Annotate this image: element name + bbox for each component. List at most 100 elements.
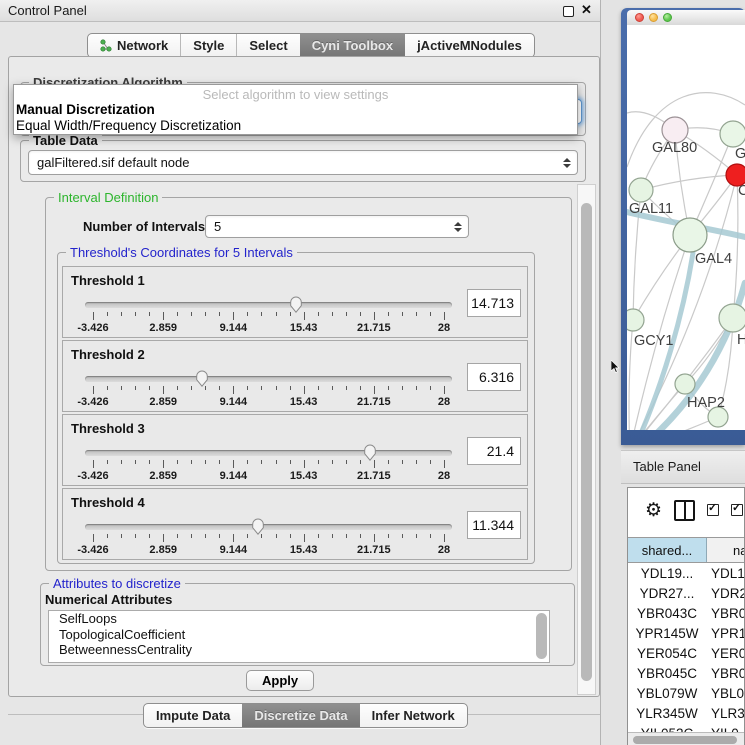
scrollbar-thumb[interactable] bbox=[581, 203, 592, 681]
tab-discretize-data[interactable]: Discretize Data bbox=[242, 704, 359, 727]
number-of-intervals-combo[interactable]: 5 bbox=[205, 215, 469, 238]
table-row[interactable]: YIL052CYIL0 bbox=[628, 723, 744, 732]
bottom-tab-bar: Impute Data Discretize Data Infer Network bbox=[143, 703, 468, 728]
tab-infer-network[interactable]: Infer Network bbox=[360, 704, 467, 727]
column-header-name[interactable]: name bbox=[707, 538, 744, 562]
table-header: shared... name bbox=[628, 537, 744, 563]
tab-jactivemnodules[interactable]: jActiveMNodules bbox=[405, 34, 534, 57]
tab-cyni-toolbox[interactable]: Cyni Toolbox bbox=[300, 34, 405, 57]
threshold-value-field[interactable]: 6.316 bbox=[467, 363, 521, 391]
tab-label: Cyni Toolbox bbox=[312, 34, 393, 57]
network-node-label: GAL11 bbox=[629, 201, 673, 217]
threshold-value-field[interactable]: 21.4 bbox=[467, 437, 521, 465]
slider-thumb-icon[interactable] bbox=[288, 295, 303, 313]
algorithm-option[interactable]: Manual Discretization bbox=[14, 102, 577, 118]
scrollbar-thumb[interactable] bbox=[633, 736, 737, 744]
traffic-light-minimize-icon[interactable] bbox=[649, 13, 658, 22]
slider-tick-labels: -3.4262.8599.14415.4321.71528 bbox=[93, 544, 444, 556]
network-node-label: GCY1 bbox=[634, 333, 674, 349]
threshold-slider[interactable]: -3.4262.8599.14415.4321.71528 bbox=[85, 517, 452, 557]
tab-label: Style bbox=[193, 34, 224, 57]
network-node-label: HAP2 bbox=[687, 395, 725, 411]
attribute-list-item[interactable]: BetweennessCentrality bbox=[49, 642, 549, 658]
algorithm-dropdown-popup: Select algorithm to view settings Manual… bbox=[13, 84, 578, 135]
table-data-combo[interactable]: galFiltered.sif default node bbox=[28, 150, 578, 175]
column-header-shared[interactable]: shared... bbox=[628, 538, 707, 562]
table-row[interactable]: YBR045CYBR0 bbox=[628, 663, 744, 683]
table-row[interactable]: YLR345WYLR3 bbox=[628, 703, 744, 723]
control-panel-title: Control Panel bbox=[8, 3, 87, 18]
table-row[interactable]: YBL079WYBL0 bbox=[628, 683, 744, 703]
table-row[interactable]: YBR043CYBR0 bbox=[628, 603, 744, 623]
table-horizontal-scrollbar[interactable] bbox=[628, 732, 744, 745]
threshold-panel: Threshold 4 -3.4262.8599.14415.4321.7152… bbox=[62, 488, 528, 560]
table-rows: YDL19...YDL1YDR27...YDR2YBR043CYBR0YPR14… bbox=[628, 563, 744, 732]
slider-thumb-icon[interactable] bbox=[363, 443, 378, 461]
threshold-slider[interactable]: -3.4262.8599.14415.4321.71528 bbox=[85, 443, 452, 483]
network-node[interactable] bbox=[719, 304, 745, 332]
tab-impute-data[interactable]: Impute Data bbox=[144, 704, 242, 727]
checkbox-icon[interactable] bbox=[707, 504, 719, 516]
list-scrollbar[interactable] bbox=[536, 613, 547, 659]
threshold-label: Threshold 2 bbox=[71, 347, 145, 362]
slider-tick-labels: -3.4262.8599.14415.4321.71528 bbox=[93, 470, 444, 482]
numerical-attributes-list[interactable]: SelfLoopsTopologicalCoefficientBetweenne… bbox=[48, 610, 550, 663]
table-row[interactable]: YER054CYER0 bbox=[628, 643, 744, 663]
network-node[interactable] bbox=[627, 309, 644, 331]
dropdown-placeholder: Select algorithm to view settings bbox=[14, 87, 577, 102]
top-tab-bar: Network Style Select Cyni Toolbox jActiveMNo… bbox=[87, 33, 535, 58]
attribute-list-item[interactable]: TopologicalCoefficient bbox=[49, 627, 549, 643]
close-icon[interactable]: ✕ bbox=[581, 2, 592, 18]
group-title: Attributes to discretize bbox=[49, 576, 185, 591]
network-edge[interactable] bbox=[641, 175, 737, 190]
network-node-label: GAL4 bbox=[695, 251, 732, 267]
table-panel-title: Table Panel bbox=[633, 459, 701, 474]
network-node-label: C bbox=[738, 183, 745, 199]
network-window-titlebar bbox=[627, 10, 745, 25]
table-row[interactable]: YDR27...YDR2 bbox=[628, 583, 744, 603]
panel-vertical-scrollbar[interactable] bbox=[577, 184, 596, 695]
float-window-icon[interactable] bbox=[563, 6, 574, 17]
network-canvas[interactable]: GAL80 GA C GAL11 GAL4 GCY1 H HAP2 bbox=[627, 25, 745, 430]
threshold-slider[interactable]: -3.4262.8599.14415.4321.71528 bbox=[85, 369, 452, 409]
app-root: Control Panel ✕ Network Style Select Cyni T… bbox=[0, 0, 745, 745]
network-node[interactable] bbox=[720, 121, 745, 147]
threshold-list: Threshold 1 -3.4262.8599.14415.4321.7152… bbox=[62, 266, 528, 562]
table-panel-titlebar: Table Panel bbox=[621, 450, 745, 484]
threshold-slider[interactable]: -3.4262.8599.14415.4321.71528 bbox=[85, 295, 452, 335]
traffic-light-close-icon[interactable] bbox=[635, 13, 644, 22]
network-node[interactable] bbox=[675, 374, 695, 394]
network-edge[interactable] bbox=[629, 320, 633, 430]
gear-icon[interactable]: ⚙ bbox=[645, 501, 662, 520]
combo-arrows-icon bbox=[454, 222, 462, 232]
number-of-intervals-label: Number of Intervals bbox=[83, 219, 205, 234]
numerical-attributes-label: Numerical Attributes bbox=[45, 592, 172, 607]
checkbox-icon[interactable] bbox=[731, 504, 743, 516]
algorithm-option[interactable]: Equal Width/Frequency Discretization bbox=[14, 118, 577, 134]
slider-tick-labels: -3.4262.8599.14415.4321.71528 bbox=[93, 396, 444, 408]
threshold-value-field[interactable]: 14.713 bbox=[467, 289, 521, 317]
network-node-label: GA bbox=[735, 146, 745, 162]
threshold-label: Threshold 4 bbox=[71, 495, 145, 510]
slider-thumb-icon[interactable] bbox=[250, 517, 265, 535]
table-row[interactable]: YPR145WYPR1 bbox=[628, 623, 744, 643]
tab-label: Discretize Data bbox=[254, 704, 347, 727]
control-panel: Control Panel ✕ Network Style Select Cyni T… bbox=[0, 0, 601, 745]
network-node[interactable] bbox=[673, 218, 707, 252]
slider-thumb-icon[interactable] bbox=[194, 369, 209, 387]
table-row[interactable]: YDL19...YDL1 bbox=[628, 563, 744, 583]
attribute-list-item[interactable]: SelfLoops bbox=[49, 611, 549, 627]
tab-select[interactable]: Select bbox=[236, 34, 299, 57]
network-node-label: H bbox=[737, 332, 745, 348]
threshold-value-field[interactable]: 11.344 bbox=[467, 511, 521, 539]
apply-button[interactable]: Apply bbox=[246, 670, 314, 691]
control-panel-titlebar: Control Panel ✕ bbox=[0, 0, 600, 22]
tab-style[interactable]: Style bbox=[180, 34, 236, 57]
slider-ticks bbox=[93, 312, 444, 321]
network-node-label: GAL80 bbox=[652, 140, 697, 156]
columns-icon[interactable] bbox=[674, 500, 695, 521]
traffic-light-zoom-icon[interactable] bbox=[663, 13, 672, 22]
tab-network[interactable]: Network bbox=[88, 34, 180, 57]
network-node[interactable] bbox=[629, 178, 653, 202]
threshold-panel: Threshold 2 -3.4262.8599.14415.4321.7152… bbox=[62, 340, 528, 412]
